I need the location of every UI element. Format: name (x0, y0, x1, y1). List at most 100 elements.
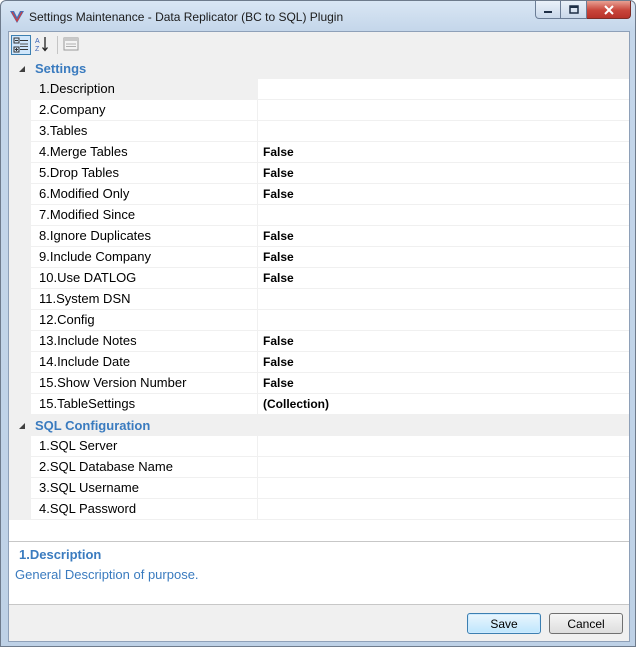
property-value-field[interactable]: False (259, 247, 629, 267)
property-row-tables[interactable]: 3.Tables (9, 121, 629, 142)
property-name: 9.Include Company (31, 247, 258, 267)
row-margin (9, 373, 31, 394)
row-margin (9, 394, 31, 415)
property-row-sql-database-name[interactable]: 2.SQL Database Name (9, 457, 629, 478)
property-value-field[interactable] (259, 121, 629, 141)
property-pages-icon (63, 37, 79, 51)
property-name: 2.Company (31, 100, 258, 120)
property-name: 8.Ignore Duplicates (31, 226, 258, 246)
property-value-field[interactable]: False (259, 268, 629, 288)
cancel-button[interactable]: Cancel (549, 613, 623, 634)
svg-text:Z: Z (35, 46, 40, 53)
property-row-description[interactable]: 1.Description (9, 79, 629, 100)
window-title: Settings Maintenance - Data Replicator (… (29, 10, 344, 24)
category-label: SQL Configuration (35, 418, 151, 433)
close-icon (603, 4, 614, 15)
property-row-sql-server[interactable]: 1.SQL Server (9, 436, 629, 457)
property-row-drop-tables[interactable]: 5.Drop Tables False (9, 163, 629, 184)
property-row-include-company[interactable]: 9.Include Company False (9, 247, 629, 268)
property-value-field[interactable]: False (259, 373, 629, 393)
settings-window: Settings Maintenance - Data Replicator (… (0, 0, 636, 647)
row-margin (9, 436, 31, 457)
property-name: 15.Show Version Number (31, 373, 258, 393)
property-row-include-date[interactable]: 14.Include Date False (9, 352, 629, 373)
svg-text:A: A (35, 38, 40, 45)
categorized-view-icon (13, 37, 28, 53)
property-row-config[interactable]: 12.Config (9, 310, 629, 331)
close-button[interactable] (587, 1, 631, 19)
property-value-field[interactable]: False (259, 163, 629, 183)
property-value-field[interactable] (259, 310, 629, 330)
collapse-triangle-icon[interactable] (18, 422, 26, 430)
property-value-field[interactable]: False (259, 184, 629, 204)
property-name: 1.Description (31, 79, 258, 99)
row-margin (9, 142, 31, 163)
property-name: 4.Merge Tables (31, 142, 258, 162)
property-name: 13.Include Notes (31, 331, 258, 351)
property-name: 7.Modified Since (31, 205, 258, 225)
row-margin (9, 121, 31, 142)
minimize-button[interactable] (535, 1, 561, 19)
row-margin (9, 163, 31, 184)
row-margin (9, 478, 31, 499)
property-value-field[interactable]: (Collection) (259, 394, 629, 414)
category-label: Settings (35, 61, 87, 76)
property-name: 11.System DSN (31, 289, 258, 309)
row-margin (9, 331, 31, 352)
row-margin (9, 79, 31, 100)
save-button[interactable]: Save (467, 613, 541, 634)
property-name: 3.Tables (31, 121, 258, 141)
description-title: 1.Description (19, 547, 102, 562)
property-value-field[interactable] (259, 100, 629, 120)
dialog-client-area: A Z Settings 1.Description 2.Company 3.T… (8, 31, 630, 642)
minimize-icon (544, 10, 552, 13)
row-margin (9, 226, 31, 247)
property-row-ignore-duplicates[interactable]: 8.Ignore Duplicates False (9, 226, 629, 247)
property-value-field[interactable] (259, 499, 629, 519)
property-row-show-version-number[interactable]: 15.Show Version Number False (9, 373, 629, 394)
property-row-sql-password[interactable]: 4.SQL Password (9, 499, 629, 520)
row-margin (9, 499, 31, 520)
property-grid: Settings 1.Description 2.Company 3.Table… (9, 58, 629, 549)
maximize-button[interactable] (561, 1, 587, 19)
property-value-field[interactable] (259, 205, 629, 225)
category-sql-configuration[interactable]: SQL Configuration (9, 415, 629, 436)
row-margin (9, 100, 31, 121)
property-value-field[interactable]: False (259, 142, 629, 162)
property-name: 14.Include Date (31, 352, 258, 372)
property-row-company[interactable]: 2.Company (9, 100, 629, 121)
property-name: 2.SQL Database Name (31, 457, 258, 477)
property-value-field[interactable] (259, 436, 629, 456)
property-row-system-dsn[interactable]: 11.System DSN (9, 289, 629, 310)
description-panel: 1.Description General Description of pur… (9, 541, 629, 605)
property-value-field[interactable] (259, 478, 629, 498)
property-value-field[interactable]: False (259, 331, 629, 351)
property-row-sql-username[interactable]: 3.SQL Username (9, 478, 629, 499)
row-margin (9, 247, 31, 268)
collapse-triangle-icon[interactable] (18, 65, 26, 73)
property-name: 6.Modified Only (31, 184, 258, 204)
property-row-include-notes[interactable]: 13.Include Notes False (9, 331, 629, 352)
row-margin (9, 205, 31, 226)
property-name: 12.Config (31, 310, 258, 330)
property-name: 5.Drop Tables (31, 163, 258, 183)
property-value-field[interactable] (259, 289, 629, 309)
property-value-field[interactable] (259, 79, 629, 99)
property-value-field[interactable]: False (259, 352, 629, 372)
property-row-modified-since[interactable]: 7.Modified Since (9, 205, 629, 226)
categorized-button[interactable] (11, 35, 31, 55)
property-row-table-settings[interactable]: 15.TableSettings (Collection) (9, 394, 629, 415)
property-pages-button[interactable] (62, 35, 82, 55)
maximize-icon (568, 4, 579, 14)
property-value-field[interactable]: False (259, 226, 629, 246)
property-row-use-datlog[interactable]: 10.Use DATLOG False (9, 268, 629, 289)
property-value-field[interactable] (259, 457, 629, 477)
title-bar[interactable]: Settings Maintenance - Data Replicator (… (1, 1, 635, 31)
property-row-modified-only[interactable]: 6.Modified Only False (9, 184, 629, 205)
property-grid-toolbar: A Z (9, 32, 629, 59)
row-margin (9, 310, 31, 331)
category-settings[interactable]: Settings (9, 58, 629, 79)
property-row-merge-tables[interactable]: 4.Merge Tables False (9, 142, 629, 163)
property-name: 15.TableSettings (31, 394, 258, 414)
alphabetical-button[interactable]: A Z (33, 35, 53, 55)
